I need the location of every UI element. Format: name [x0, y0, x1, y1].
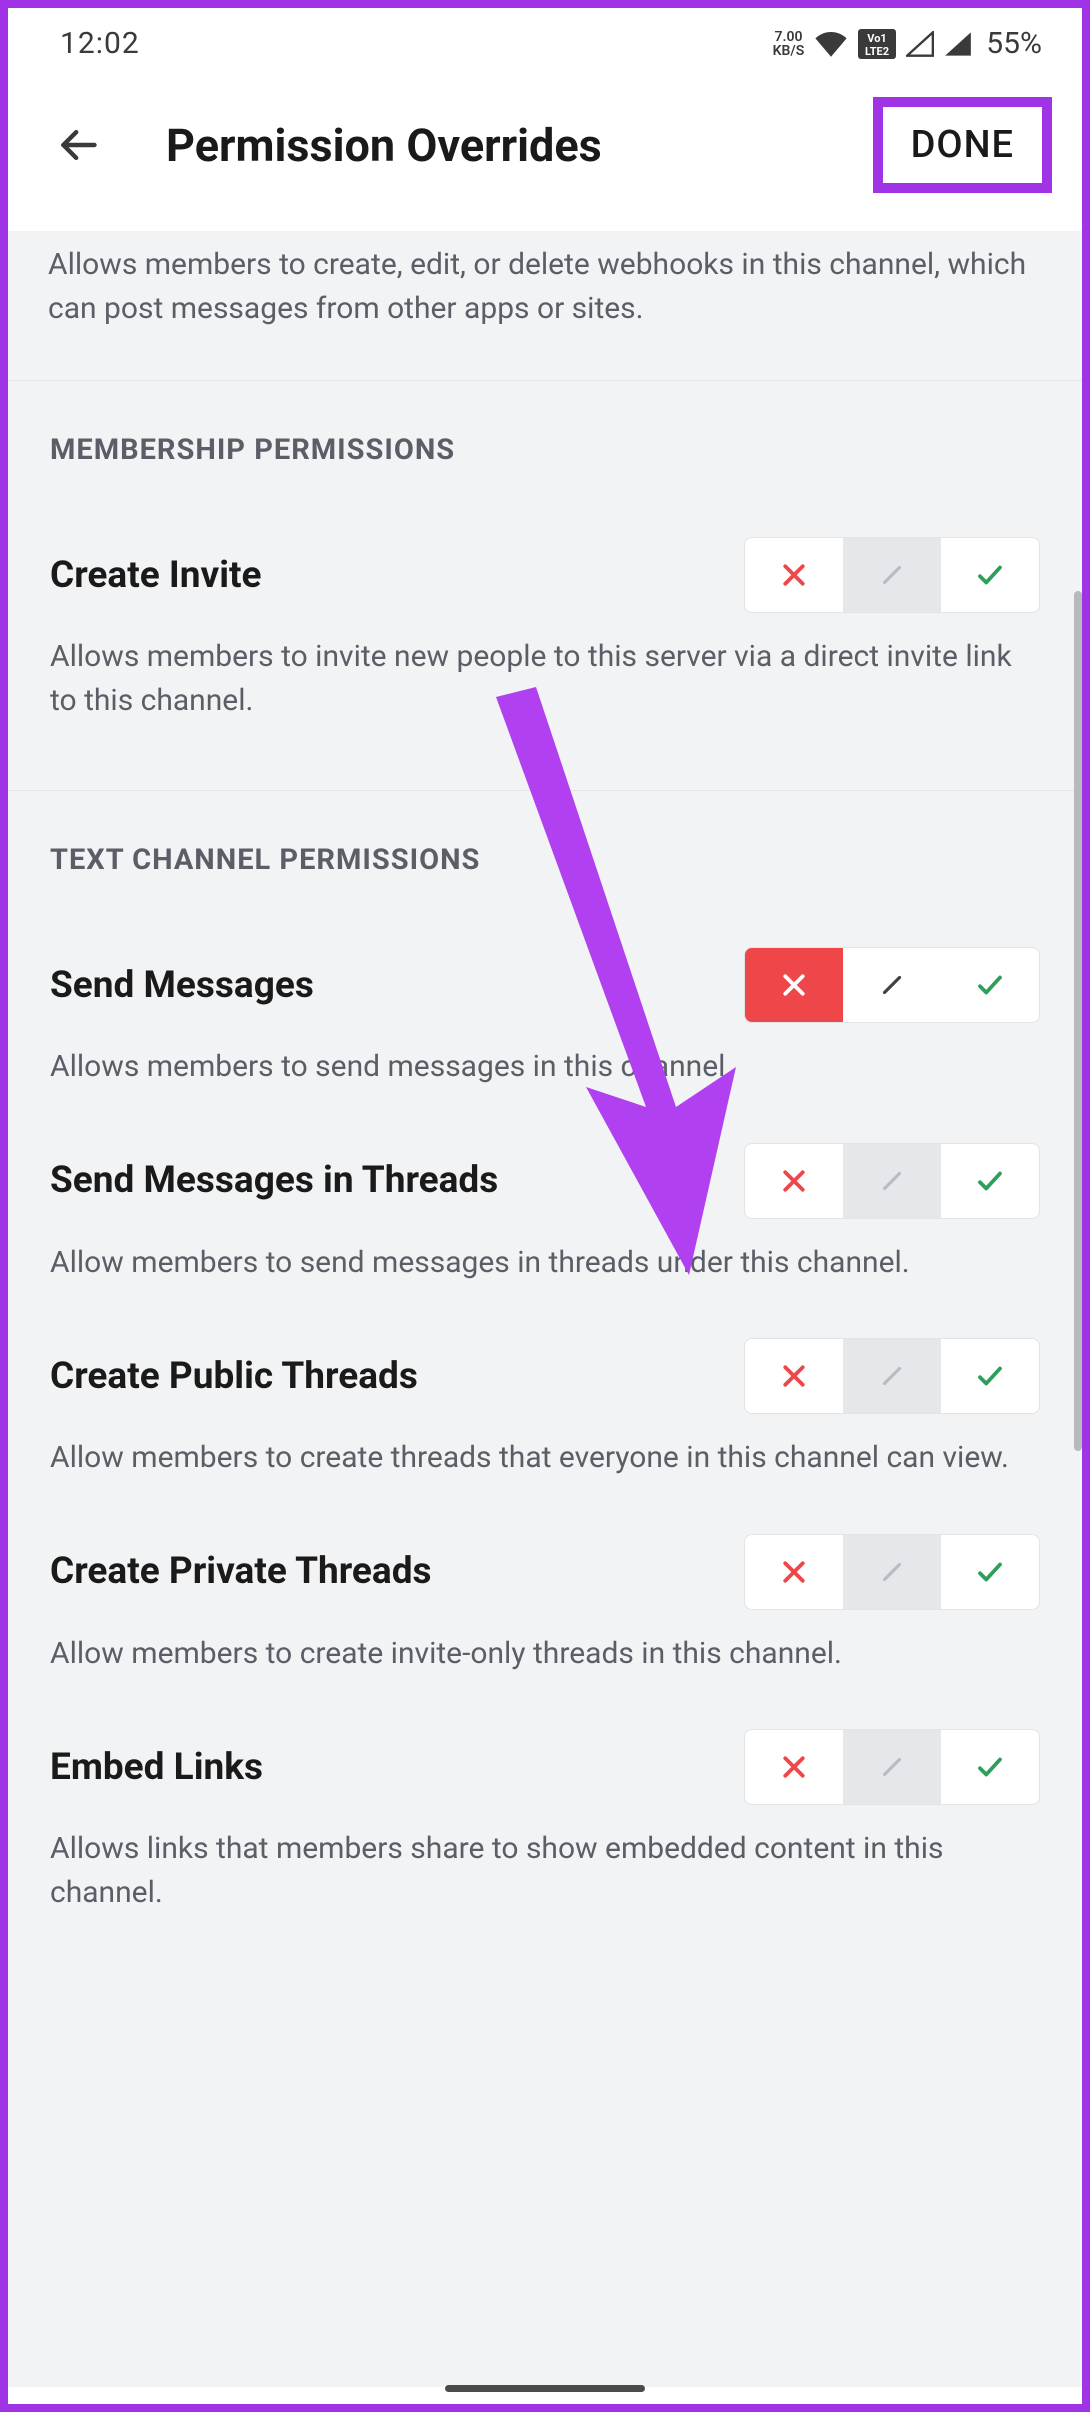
- toggle-allow[interactable]: [941, 538, 1039, 612]
- battery-level: 55%: [986, 26, 1042, 61]
- perm-desc: Allows links that members share to show …: [50, 1827, 1040, 1914]
- status-time: 12:02: [60, 26, 140, 61]
- perm-title: Embed Links: [50, 1746, 263, 1789]
- perm-title: Send Messages: [50, 964, 314, 1007]
- signal-icon-2: [944, 31, 972, 57]
- webhooks-description: Allows members to create, edit, or delet…: [8, 231, 1082, 381]
- toggle-neutral[interactable]: [843, 1535, 941, 1609]
- toggle-create-invite: [744, 537, 1040, 613]
- status-right: 7.00 KB/S Vo1LTE2 55%: [773, 26, 1042, 61]
- toggle-deny[interactable]: [745, 1535, 843, 1609]
- signal-icon-1: [906, 31, 934, 57]
- wifi-icon: [814, 31, 848, 57]
- toggle-create-private-threads: [744, 1534, 1040, 1610]
- toggle-neutral[interactable]: [843, 1339, 941, 1413]
- perm-send-messages: Send Messages Allows members to send mes…: [8, 905, 1082, 1113]
- perm-create-public-threads: Create Public Threads Allow members to c…: [8, 1308, 1082, 1504]
- done-button[interactable]: DONE: [873, 97, 1052, 193]
- toggle-neutral[interactable]: [843, 948, 941, 1022]
- toggle-deny[interactable]: [745, 1730, 843, 1804]
- toggle-allow[interactable]: [941, 1144, 1039, 1218]
- toggle-deny[interactable]: [745, 1144, 843, 1218]
- toggle-allow[interactable]: [941, 1535, 1039, 1609]
- toggle-embed-links: [744, 1729, 1040, 1805]
- perm-title: Create Private Threads: [50, 1550, 432, 1593]
- svg-text:LTE2: LTE2: [865, 45, 889, 58]
- toggle-send-messages-threads: [744, 1143, 1040, 1219]
- scroll-indicator[interactable]: [1074, 591, 1082, 1451]
- toggle-neutral[interactable]: [843, 1730, 941, 1804]
- toggle-deny[interactable]: [745, 948, 843, 1022]
- svg-text:Vo1: Vo1: [868, 32, 887, 45]
- toggle-send-messages: [744, 947, 1040, 1023]
- home-indicator[interactable]: [445, 2385, 645, 2392]
- perm-desc: Allow members to send messages in thread…: [50, 1241, 1040, 1285]
- perm-create-invite: Create Invite Allows members to invite n…: [8, 495, 1082, 746]
- perm-title: Send Messages in Threads: [50, 1159, 498, 1202]
- back-button[interactable]: [48, 115, 108, 175]
- toggle-deny[interactable]: [745, 1339, 843, 1413]
- section-text-channel-permissions: TEXT CHANNEL PERMISSIONS: [8, 791, 1082, 905]
- perm-send-messages-threads: Send Messages in Threads Allow members t…: [8, 1113, 1082, 1309]
- app-header: Permission Overrides DONE: [8, 71, 1082, 231]
- toggle-neutral[interactable]: [843, 538, 941, 612]
- page-title: Permission Overrides: [166, 119, 873, 172]
- status-bar: 12:02 7.00 KB/S Vo1LTE2 55%: [8, 8, 1082, 71]
- perm-desc: Allow members to create invite-only thre…: [50, 1632, 1040, 1676]
- perm-desc: Allow members to create threads that eve…: [50, 1436, 1040, 1480]
- section-membership-permissions: MEMBERSHIP PERMISSIONS: [8, 381, 1082, 495]
- network-speed: 7.00 KB/S: [773, 30, 805, 58]
- toggle-neutral[interactable]: [843, 1144, 941, 1218]
- perm-title: Create Public Threads: [50, 1355, 418, 1398]
- toggle-create-public-threads: [744, 1338, 1040, 1414]
- perm-embed-links: Embed Links Allows links that members sh…: [8, 1699, 1082, 1938]
- perm-desc: Allows members to invite new people to t…: [50, 635, 1040, 722]
- perm-create-private-threads: Create Private Threads Allow members to …: [8, 1504, 1082, 1700]
- toggle-allow[interactable]: [941, 1730, 1039, 1804]
- toggle-allow[interactable]: [941, 948, 1039, 1022]
- perm-title: Create Invite: [50, 554, 262, 597]
- content-scroll[interactable]: Allows members to create, edit, or delet…: [8, 231, 1082, 2387]
- volte-icon: Vo1LTE2: [858, 29, 896, 59]
- toggle-allow[interactable]: [941, 1339, 1039, 1413]
- toggle-deny[interactable]: [745, 538, 843, 612]
- perm-desc: Allows members to send messages in this …: [50, 1045, 1040, 1089]
